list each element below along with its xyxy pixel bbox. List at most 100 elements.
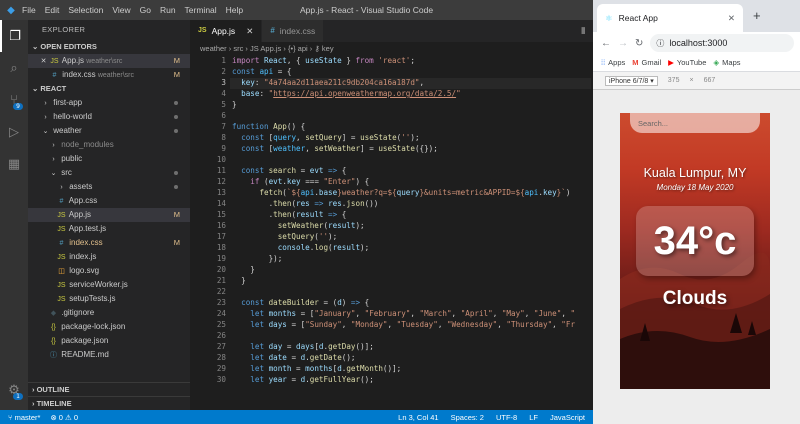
tree-item[interactable]: {} package.json [28, 334, 190, 348]
back-icon[interactable]: ← [601, 38, 611, 49]
code-line: } [232, 100, 237, 109]
svg-file-icon: ◫ [58, 268, 65, 275]
tree-item[interactable]: › node_modules [28, 138, 190, 152]
tab-app-js[interactable]: JS App.js ✕ [190, 20, 263, 42]
open-editor-item[interactable]: ✕ JS App.js weather\src M [28, 54, 190, 68]
address-bar[interactable]: ⓘ localhost:3000 [650, 34, 794, 52]
css-file-icon: # [59, 198, 64, 205]
explorer-title: EXPLORER [42, 25, 86, 34]
changes-dot [174, 115, 178, 119]
chevron-icon: › [60, 184, 63, 191]
menu-item-terminal[interactable]: Terminal [185, 5, 217, 15]
tree-item[interactable]: JS App.js M [28, 208, 190, 222]
code-line: function App() { [232, 122, 306, 131]
line-ending[interactable]: LF [529, 413, 538, 422]
tree-item[interactable]: JS index.js [28, 250, 190, 264]
device-toolbar: iPhone 6/7/8 ▾ 375 × 667 [593, 72, 800, 90]
run-debug-icon[interactable]: ▷ [0, 116, 28, 148]
tree-item[interactable]: # index.css M [28, 236, 190, 250]
line-number: 11 [216, 166, 226, 175]
page-viewport: Search... Kuala Lumpur, MY Monday 18 May… [593, 90, 800, 424]
tree-item[interactable]: ⌄ src [28, 166, 190, 180]
open-editors-list: ✕ JS App.js weather\src M # index.css weath… [28, 54, 190, 82]
menu-item-go[interactable]: Go [140, 5, 151, 15]
encoding[interactable]: UTF-8 [496, 413, 517, 422]
breadcrumb[interactable]: weather › src › JS App.js › {•} api › ⚷ … [190, 42, 593, 56]
tree-item[interactable]: JS setupTests.js [28, 292, 190, 306]
code-line: }); [232, 254, 283, 263]
open-editor-item[interactable]: # index.css weather\src M [28, 68, 190, 82]
tree-item[interactable]: ◫ logo.svg [28, 264, 190, 278]
manage-gear-icon[interactable]: ⚙ 1 [0, 374, 28, 406]
timeline-header[interactable]: › TIMELINE [28, 396, 190, 410]
tree-item[interactable]: ⌄ weather [28, 124, 190, 138]
changes-dot [174, 185, 178, 189]
tree-item[interactable]: ◆ .gitignore [28, 306, 190, 320]
line-number: 20 [216, 265, 226, 274]
tree-item[interactable]: ⓘ README.md [28, 348, 190, 362]
editor-tabs: JS App.js ✕ # index.css ⫴ [190, 20, 593, 42]
explorer-icon[interactable]: ❐ [0, 20, 28, 52]
code-line: .then(res => res.json()) [232, 199, 379, 208]
line-number: 5 [221, 100, 226, 109]
tree-item[interactable]: JS App.test.js [28, 222, 190, 236]
menu-item-view[interactable]: View [112, 5, 130, 15]
code-line: const dateBuilder = (d) => { [241, 298, 370, 307]
extensions-icon[interactable]: ▦ [0, 148, 28, 180]
source-control-icon[interactable]: ⑂ 9 [0, 84, 28, 116]
split-editor-icon[interactable]: ⫴ [581, 20, 593, 42]
search-input[interactable]: Search... [630, 113, 760, 133]
css-file-icon: # [59, 240, 64, 247]
tab-index-css[interactable]: # index.css [262, 20, 325, 42]
tree-item[interactable]: # App.css [28, 194, 190, 208]
open-editors-header[interactable]: ⌄ OPEN EDITORS [28, 40, 190, 54]
tree-item[interactable]: JS serviceWorker.js [28, 278, 190, 292]
menu-item-edit[interactable]: Edit [45, 5, 60, 15]
explorer-sidebar: EXPLORER ⌄ OPEN EDITORS ✕ JS App.js weath… [28, 20, 190, 410]
viewport-height[interactable]: 667 [704, 77, 716, 84]
cursor-position[interactable]: Ln 3, Col 41 [398, 413, 438, 422]
menu-item-selection[interactable]: Selection [68, 5, 103, 15]
close-tab-icon[interactable]: ✕ [246, 20, 253, 42]
settings-badge: 1 [13, 393, 23, 400]
device-select[interactable]: iPhone 6/7/8 ▾ [605, 75, 658, 86]
vscode-window: ◆ File Edit Selection View Go Run Terminal Help… [0, 0, 593, 424]
code-editor[interactable]: 1 2 3 4 5 6 7 8 9 10 11 12 13 14 15 16 17 18 19 20 21 22 23 24 2… [190, 56, 593, 410]
menu-item-run[interactable]: Run [160, 5, 176, 15]
menu-item-help[interactable]: Help [226, 5, 243, 15]
search-icon[interactable]: ⌕ [0, 52, 28, 84]
problems-indicator[interactable]: ⊗ 0 ⚠ 0 [50, 413, 78, 422]
close-icon[interactable]: ✕ [38, 55, 49, 68]
close-tab-icon[interactable]: ✕ [728, 13, 735, 24]
code-line: const [weather, setWeather] = useState({… [241, 144, 438, 153]
css-file-icon: # [52, 72, 57, 79]
reload-icon[interactable]: ↻ [635, 38, 643, 49]
chevron-icon: › [44, 114, 47, 121]
browser-window: ⚛ React App ✕ + ← → ↻ ⓘ localhost:3000 ⁞… [593, 0, 800, 424]
line-number: 26 [216, 331, 226, 340]
tree-item[interactable]: › first-app [28, 96, 190, 110]
new-tab-icon[interactable]: + [753, 8, 761, 23]
outline-header[interactable]: › OUTLINE [28, 382, 190, 396]
tree-item[interactable]: › assets [28, 180, 190, 194]
tree-item[interactable]: › hello-world [28, 110, 190, 124]
line-number: 14 [216, 199, 226, 208]
language-mode[interactable]: JavaScript [550, 413, 585, 422]
viewport-width[interactable]: 375 [668, 77, 680, 84]
tree-item[interactable]: {} package-lock.json [28, 320, 190, 334]
bookmark-youtube[interactable]: ▶ YouTube [668, 58, 706, 67]
browser-tab[interactable]: ⚛ React App ✕ [597, 4, 743, 32]
react-favicon-icon: ⚛ [605, 12, 613, 23]
chevron-icon: ⌄ [42, 128, 49, 135]
branch-indicator[interactable]: ⑂ master* [8, 413, 40, 422]
tree-item[interactable]: › public [28, 152, 190, 166]
code-line: .then(result => { [232, 210, 347, 219]
bookmark-apps[interactable]: ⁞⁞ Apps [601, 58, 625, 67]
indentation[interactable]: Spaces: 2 [451, 413, 484, 422]
bookmark-gmail[interactable]: M Gmail [632, 58, 661, 67]
workspace-header[interactable]: ⌄ REACT [28, 82, 190, 96]
menu-item-file[interactable]: File [22, 5, 36, 15]
bookmark-maps[interactable]: ◈ Maps [713, 58, 740, 67]
forward-icon[interactable]: → [618, 38, 628, 49]
code-line: base: "https://api.openweathermap.org/da… [241, 89, 461, 98]
